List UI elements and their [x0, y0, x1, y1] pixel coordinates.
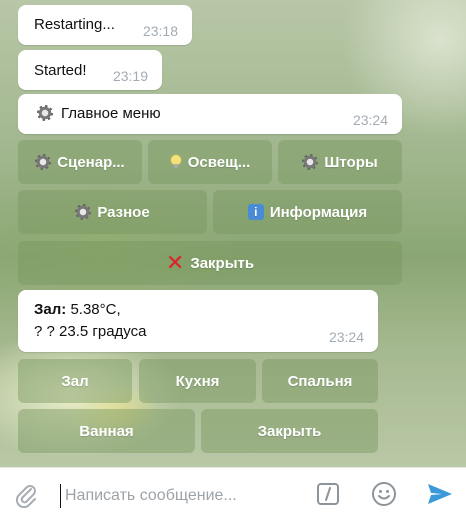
room-kitchen-button[interactable]: Кухня — [139, 359, 256, 403]
info-button[interactable]: i Информация — [213, 190, 402, 234]
message-bubble: Started! 23:19 — [18, 50, 162, 90]
message-composer — [0, 467, 466, 520]
room-bedroom-label: Спальня — [287, 372, 353, 390]
room-hall-label: Зал — [61, 372, 89, 390]
status-line-2: ? ? 23.5 градуса — [34, 323, 147, 340]
emoji-icon[interactable] — [371, 481, 397, 511]
send-icon[interactable] — [427, 482, 453, 510]
message-bubble: Restarting... 23:18 — [18, 5, 192, 45]
gear-icon — [37, 105, 53, 121]
message-input[interactable] — [60, 484, 297, 508]
info-icon: i — [247, 204, 264, 220]
message-time: 23:19 — [112, 68, 148, 84]
blinds-button[interactable]: Шторы — [278, 140, 402, 184]
lighting-button[interactable]: Освещ... — [148, 140, 272, 184]
gear-icon — [35, 154, 52, 170]
main-menu-message: Главное меню 23:24 — [18, 94, 402, 134]
room-bathroom-label: Ванная — [79, 422, 134, 440]
close-label: Закрыть — [190, 254, 255, 272]
light-bulb-icon — [170, 155, 182, 169]
close-menu-button[interactable]: ✕ Закрыть — [18, 241, 402, 285]
room-name: Зал — [34, 301, 62, 318]
info-label: Информация — [269, 203, 368, 221]
room-hall-button[interactable]: Зал — [18, 359, 132, 403]
message-time: 23:24 — [328, 329, 364, 345]
chat-background: Restarting... 23:18 Started! 23:19 Главн… — [0, 0, 466, 467]
temperature-value: 5.38°C, — [66, 301, 121, 318]
message-text: Started! — [34, 62, 87, 79]
room-status-message: Зал: 5.38°C, ? ? 23.5 градуса 23:24 — [18, 290, 378, 352]
blinds-label: Шторы — [324, 153, 378, 171]
room-kitchen-label: Кухня — [175, 372, 220, 390]
close-rooms-label: Закрыть — [257, 422, 322, 440]
room-bedroom-button[interactable]: Спальня — [262, 359, 378, 403]
gear-icon — [75, 204, 92, 220]
status-line-1: Зал: 5.38°C, — [34, 301, 121, 318]
close-icon: ✕ — [165, 250, 185, 275]
room-bathroom-button[interactable]: Ванная — [18, 409, 195, 453]
message-time: 23:18 — [142, 23, 178, 39]
message-text: Главное меню — [61, 105, 161, 122]
scenarios-button[interactable]: Сценар... — [18, 140, 142, 184]
scenarios-label: Сценар... — [57, 153, 125, 171]
bot-command-icon[interactable] — [316, 482, 340, 510]
close-rooms-button[interactable]: Закрыть — [201, 409, 378, 453]
paperclip-icon[interactable] — [12, 481, 40, 513]
message-time: 23:24 — [352, 112, 388, 128]
misc-label: Разное — [97, 203, 150, 221]
gear-icon — [302, 154, 319, 170]
lighting-label: Освещ... — [187, 153, 251, 171]
message-text: Restarting... — [34, 16, 115, 33]
misc-button[interactable]: Разное — [18, 190, 207, 234]
